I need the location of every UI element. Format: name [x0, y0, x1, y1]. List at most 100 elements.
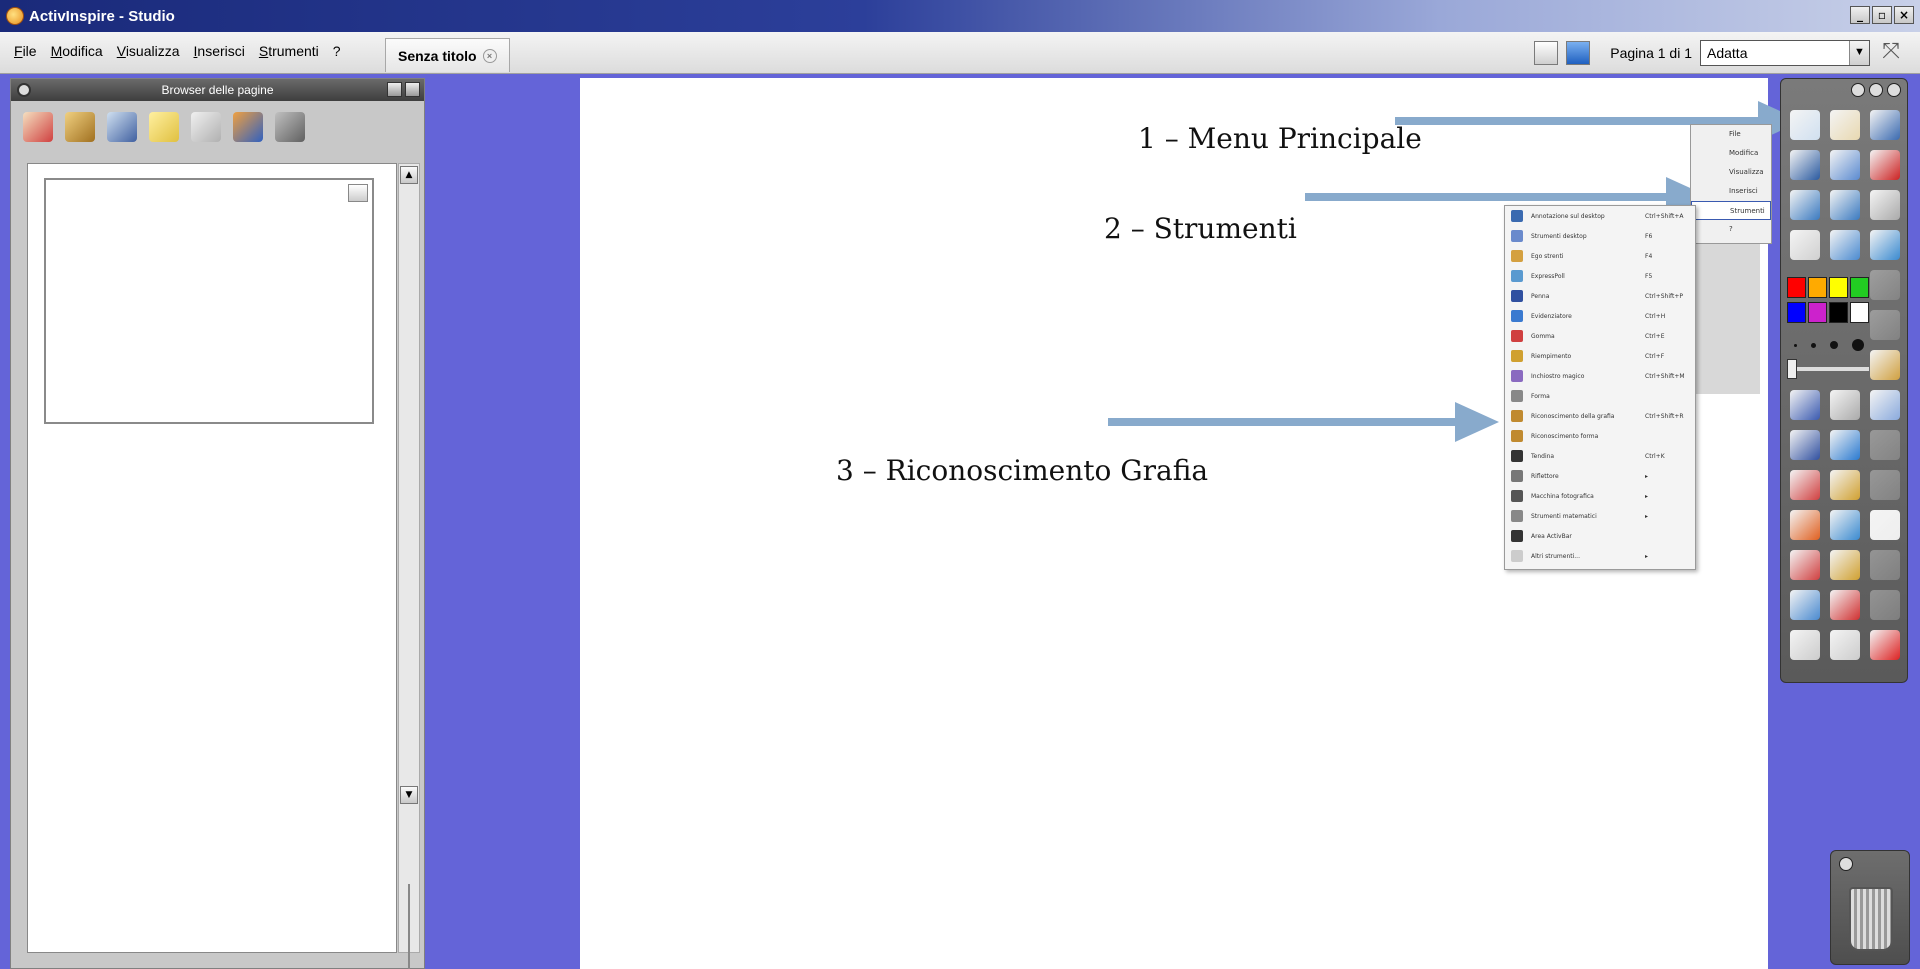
tool-cell[interactable]	[1785, 145, 1825, 185]
tool-cell[interactable]	[1785, 225, 1825, 265]
page-view-icon[interactable]	[1534, 41, 1559, 65]
menu-visualizza[interactable]: Visualizza	[117, 43, 180, 59]
tool-cell[interactable]	[1785, 385, 1825, 425]
page-list-scrollbar[interactable]: ▲ ▼	[398, 163, 420, 969]
strumenti-menu-item[interactable]: Evidenziatore Ctrl+H	[1505, 306, 1695, 326]
toolbox-settings-icon[interactable]	[1869, 83, 1883, 97]
color-swatch[interactable]	[1787, 277, 1806, 298]
strumenti-menu-item[interactable]: Forma	[1505, 386, 1695, 406]
trash-bin-icon[interactable]	[1849, 887, 1893, 951]
resource-browser-icon[interactable]	[65, 112, 95, 142]
tool-cell[interactable]	[1825, 585, 1865, 625]
toolbox-menu-icon[interactable]	[1851, 83, 1865, 97]
strumenti-menu-item[interactable]: Riempimento Ctrl+F	[1505, 346, 1695, 366]
strumenti-menu-item[interactable]: Riconoscimento forma	[1505, 426, 1695, 446]
strumenti-menu-item[interactable]: Gomma Ctrl+E	[1505, 326, 1695, 346]
tool-cell[interactable]	[1825, 385, 1865, 425]
mini-menu-item[interactable]: Modifica	[1691, 144, 1771, 163]
zoom-select[interactable]: Adatta ▼	[1700, 40, 1870, 66]
tool-cell[interactable]	[1865, 105, 1905, 145]
color-swatch[interactable]	[1808, 302, 1827, 323]
tool-cell[interactable]	[1825, 185, 1865, 225]
tool-cell[interactable]	[1865, 505, 1905, 545]
dual-user-icon[interactable]	[1566, 41, 1591, 65]
tool-cell[interactable]	[1785, 465, 1825, 505]
tool-cell[interactable]	[1825, 145, 1865, 185]
strumenti-menu-item[interactable]: Strumenti matematici ▸	[1505, 506, 1695, 526]
width-preset[interactable]	[1830, 341, 1838, 349]
width-preset[interactable]	[1794, 343, 1797, 347]
mini-menu-item[interactable]: Inserisci	[1691, 182, 1771, 201]
color-swatch[interactable]	[1850, 277, 1869, 298]
tool-cell[interactable]	[1865, 345, 1905, 385]
tool-cell[interactable]	[1785, 545, 1825, 585]
tool-cell[interactable]	[1785, 185, 1825, 225]
width-preset[interactable]	[1811, 342, 1816, 348]
mini-menu-item[interactable]: File	[1691, 125, 1771, 144]
color-swatch[interactable]	[1850, 302, 1869, 323]
tool-cell[interactable]	[1785, 625, 1825, 665]
scroll-up-icon[interactable]: ▲	[400, 166, 418, 184]
minimize-button[interactable]: _	[1850, 6, 1870, 24]
menu-inserisci[interactable]: Inserisci	[194, 43, 245, 59]
strumenti-menu-item[interactable]: Riconoscimento della grafia Ctrl+Shift+R	[1505, 406, 1695, 426]
scroll-down-icon[interactable]: ▼	[400, 786, 418, 804]
strumenti-menu-item[interactable]: Inchiostro magico Ctrl+Shift+M	[1505, 366, 1695, 386]
tool-cell[interactable]	[1825, 625, 1865, 665]
tool-cell[interactable]	[1825, 425, 1865, 465]
tool-cell[interactable]	[1825, 505, 1865, 545]
strumenti-menu-item[interactable]: ExpressPoll F5	[1505, 266, 1695, 286]
document-tab[interactable]: Senza titolo ×	[385, 38, 510, 72]
page-thumbnail[interactable]	[44, 178, 374, 424]
strumenti-menu-item[interactable]: Area ActivBar	[1505, 526, 1695, 546]
color-swatch[interactable]	[1829, 277, 1848, 298]
trash-menu-icon[interactable]	[1839, 857, 1853, 871]
page-browser-icon[interactable]	[23, 112, 53, 142]
tool-cell[interactable]	[1865, 385, 1905, 425]
tool-cell[interactable]	[1785, 505, 1825, 545]
menu-strumenti[interactable]: Strumenti	[259, 43, 319, 59]
tool-cell[interactable]	[1865, 225, 1905, 265]
notes-browser-icon[interactable]	[149, 112, 179, 142]
maximize-button[interactable]: ▫	[1872, 6, 1892, 24]
tool-cell[interactable]	[1865, 625, 1905, 665]
strumenti-menu-item[interactable]: Strumenti desktop F6	[1505, 226, 1695, 246]
strumenti-menu-item[interactable]: Penna Ctrl+Shift+P	[1505, 286, 1695, 306]
strumenti-menu-item[interactable]: Altri strumenti... ▸	[1505, 546, 1695, 566]
strumenti-menu-item[interactable]: Tendina Ctrl+K	[1505, 446, 1695, 466]
menu-file[interactable]: File	[14, 43, 37, 59]
toolbox-close-icon[interactable]	[1887, 83, 1901, 97]
chevron-down-icon[interactable]: ▼	[1849, 41, 1869, 65]
mini-menu-item[interactable]: Visualizza	[1691, 163, 1771, 182]
strumenti-menu-item[interactable]: Riflettore ▸	[1505, 466, 1695, 486]
color-swatch[interactable]	[1829, 302, 1848, 323]
tool-cell[interactable]	[1785, 425, 1825, 465]
tool-cell[interactable]	[1825, 105, 1865, 145]
tool-cell[interactable]	[1865, 145, 1905, 185]
voting-browser-icon[interactable]	[275, 112, 305, 142]
panel-pin-icon[interactable]	[387, 82, 402, 97]
strumenti-menu-item[interactable]: Macchina fotografica ▸	[1505, 486, 1695, 506]
panel-close-icon[interactable]	[405, 82, 420, 97]
strumenti-menu-item[interactable]: Annotazione sul desktop Ctrl+Shift+A	[1505, 206, 1695, 226]
page-menu-icon[interactable]	[348, 184, 368, 202]
property-browser-icon[interactable]	[191, 112, 221, 142]
tab-close-icon[interactable]: ×	[482, 48, 497, 63]
tool-cell[interactable]	[1825, 465, 1865, 505]
color-swatch[interactable]	[1808, 277, 1827, 298]
color-swatch[interactable]	[1787, 302, 1806, 323]
strumenti-menu-item[interactable]: Ego strenti F4	[1505, 246, 1695, 266]
close-button[interactable]: ×	[1894, 6, 1914, 24]
tool-cell[interactable]	[1825, 545, 1865, 585]
tool-cell[interactable]	[1825, 225, 1865, 265]
action-browser-icon[interactable]	[233, 112, 263, 142]
tool-cell[interactable]	[1785, 585, 1825, 625]
tool-cell[interactable]	[1865, 185, 1905, 225]
fullscreen-icon[interactable]: ⤧	[1878, 41, 1904, 65]
menu-help[interactable]: ?	[333, 43, 341, 59]
menu-modifica[interactable]: Modifica	[51, 43, 103, 59]
width-preset[interactable]	[1852, 339, 1864, 351]
mini-menu-item[interactable]: ?	[1691, 220, 1771, 239]
pen-width-slider[interactable]	[1787, 359, 1797, 379]
tool-cell[interactable]	[1785, 105, 1825, 145]
